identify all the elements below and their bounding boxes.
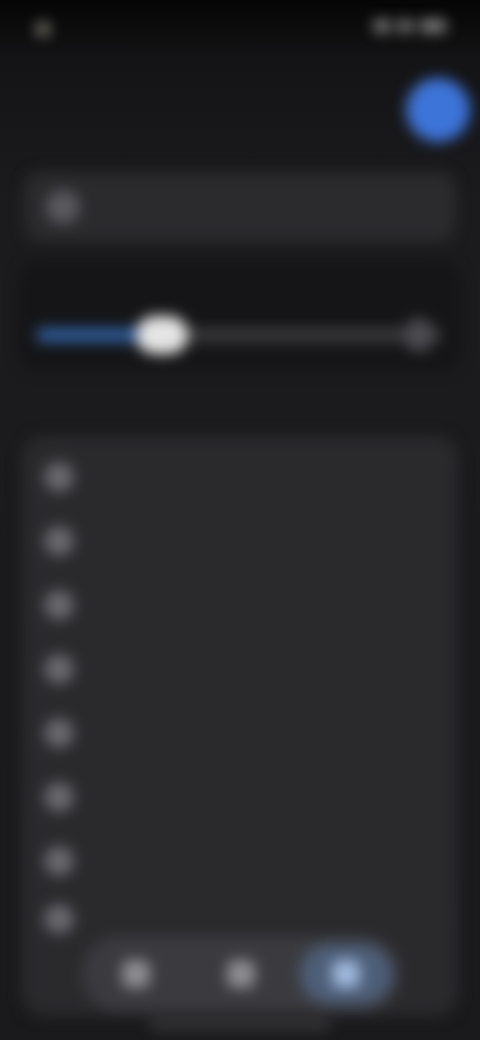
volume-slider-thumb[interactable]	[135, 316, 188, 354]
status-indicator-icon	[36, 22, 50, 36]
status-bar	[0, 0, 480, 60]
item-icon	[44, 462, 74, 492]
signal-icon	[374, 20, 390, 32]
home-indicator	[150, 1022, 330, 1028]
tab-home[interactable]	[90, 944, 182, 1004]
avatar[interactable]	[406, 78, 470, 142]
home-icon	[122, 960, 150, 988]
wifi-icon	[398, 20, 412, 32]
account-card[interactable]	[24, 172, 456, 242]
tab-settings[interactable]	[300, 944, 392, 1004]
battery-icon	[420, 20, 446, 32]
item-icon	[44, 654, 74, 684]
blurred-content	[0, 0, 480, 1040]
list-item[interactable]	[22, 508, 458, 572]
list-item[interactable]	[22, 764, 458, 828]
settings-icon	[332, 960, 360, 988]
account-icon	[46, 190, 80, 224]
screen	[0, 0, 480, 1040]
settings-list	[22, 436, 458, 1016]
item-icon	[44, 590, 74, 620]
list-item[interactable]	[22, 700, 458, 764]
item-icon	[44, 718, 74, 748]
item-icon	[44, 904, 74, 934]
list-item[interactable]	[22, 572, 458, 636]
speaker-icon	[404, 318, 434, 352]
explore-icon	[227, 960, 255, 988]
list-item[interactable]	[22, 828, 458, 892]
list-item[interactable]	[22, 444, 458, 508]
item-icon	[44, 846, 74, 876]
item-icon	[44, 782, 74, 812]
tab-explore[interactable]	[195, 944, 287, 1004]
item-icon	[44, 526, 74, 556]
list-item[interactable]	[22, 636, 458, 700]
status-icons	[374, 20, 446, 32]
volume-card	[20, 262, 460, 370]
volume-slider[interactable]	[36, 316, 442, 354]
tab-bar	[82, 936, 400, 1012]
